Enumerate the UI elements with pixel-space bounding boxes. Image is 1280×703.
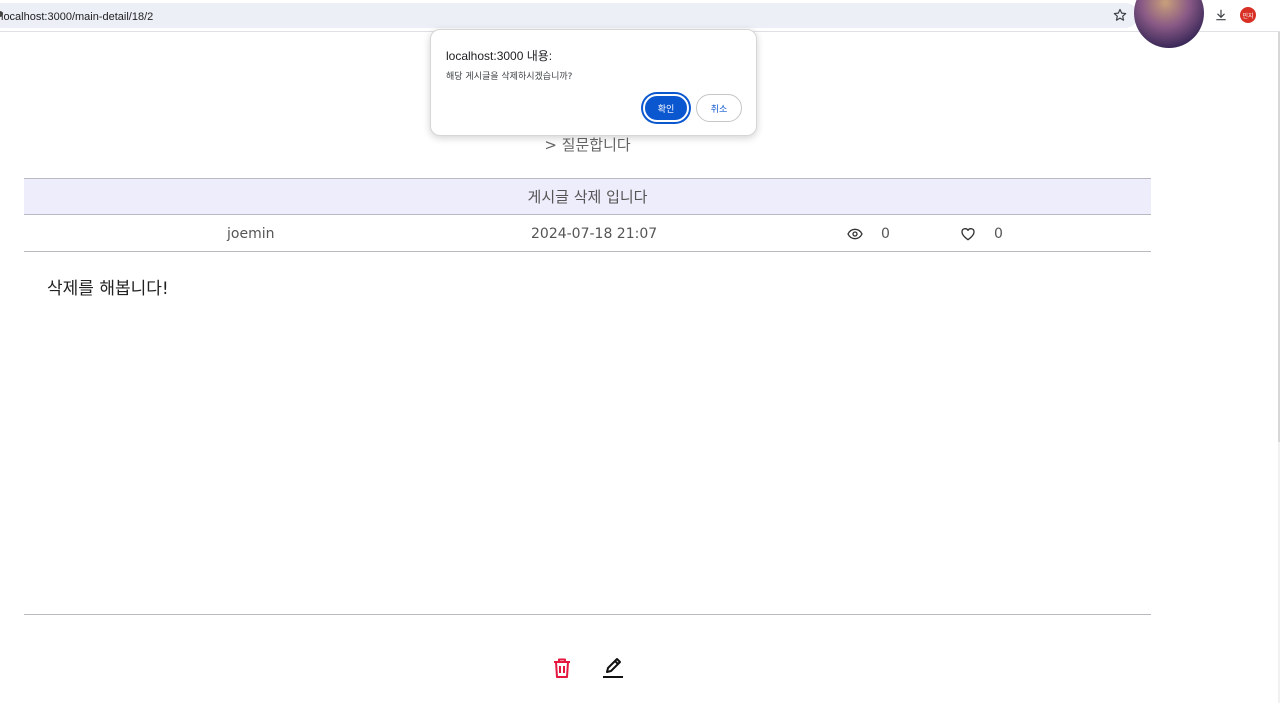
trash-icon[interactable] — [550, 656, 574, 680]
post-content: 삭제를 해봅니다! — [47, 279, 169, 299]
confirm-cancel-button[interactable]: 취소 — [696, 94, 742, 122]
heart-icon[interactable] — [960, 226, 976, 242]
user-avatar[interactable] — [1134, 0, 1204, 48]
content-divider — [24, 614, 1151, 615]
profile-avatar[interactable]: 민지 — [1240, 7, 1256, 23]
view-count: 0 — [881, 226, 890, 242]
post-title-row: 게시글 삭제 입니다 — [24, 178, 1151, 215]
download-icon[interactable] — [1213, 7, 1229, 23]
pencil-icon[interactable] — [601, 656, 625, 680]
address-bar[interactable]: localhost:3000/main-detail/18/2 — [0, 3, 1138, 28]
address-url[interactable]: localhost:3000/main-detail/18/2 — [1, 11, 153, 23]
like-count: 0 — [994, 226, 1003, 242]
confirm-ok-button[interactable]: 확인 — [643, 94, 689, 122]
post-title: 게시글 삭제 입니다 — [527, 188, 648, 206]
post-author: joemin — [227, 226, 275, 242]
dialog-title: localhost:3000 내용: — [446, 49, 553, 63]
post-meta-row: joemin 2024-07-18 21:07 0 0 — [24, 215, 1151, 252]
browser-toolbar: localhost:3000/main-detail/18/2 민지 — [0, 0, 1280, 32]
dialog-message: 해당 게시글을 삭제하시겠습니까? — [446, 72, 573, 82]
eye-icon — [847, 227, 863, 241]
confirm-dialog: localhost:3000 내용: 해당 게시글을 삭제하시겠습니까? 확인 … — [430, 29, 757, 136]
post-date: 2024-07-18 21:07 — [531, 226, 658, 242]
bookmark-star-icon[interactable] — [1112, 7, 1128, 23]
board-breadcrumb: > 질문합니다 — [544, 136, 631, 154]
